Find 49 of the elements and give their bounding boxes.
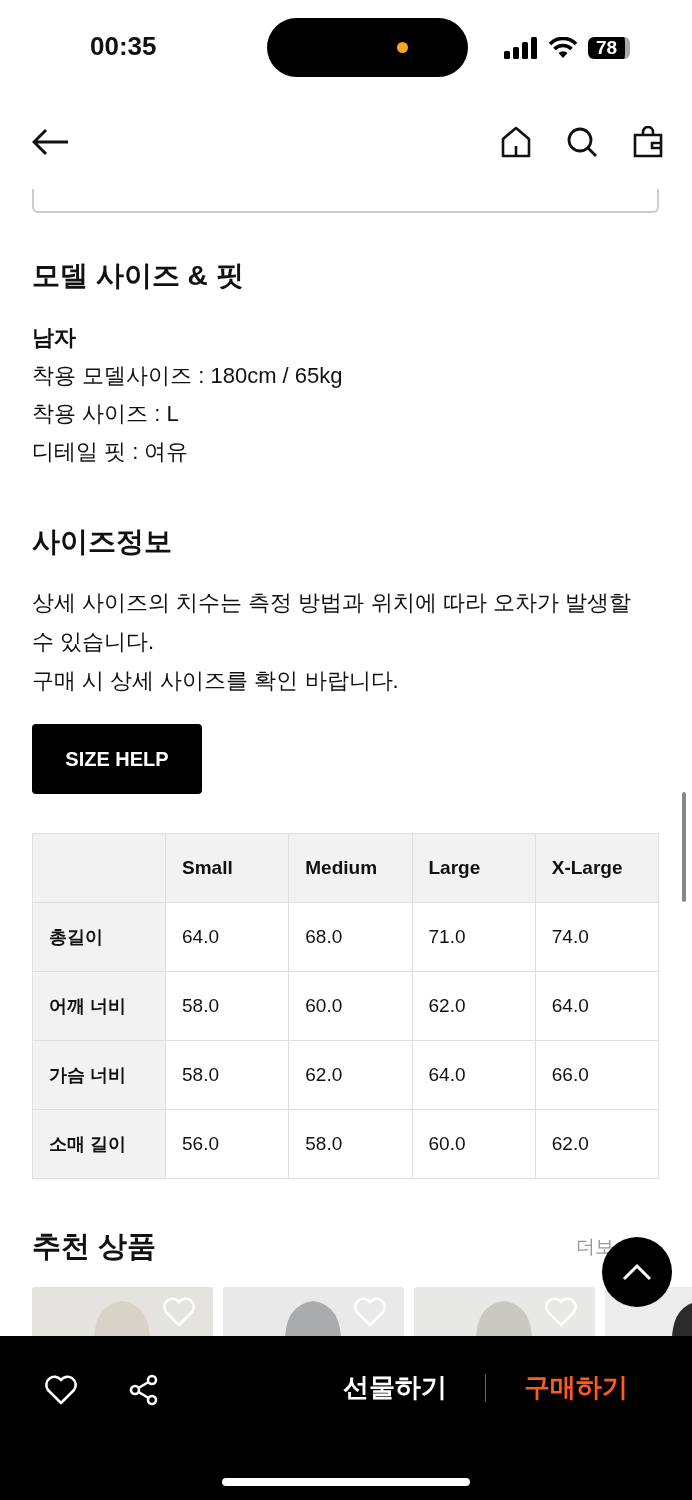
buy-button[interactable]: 구매하기 [524, 1370, 628, 1405]
section-title: 모델 사이즈 & 핏 [32, 259, 245, 293]
column-header: Medium [288, 833, 412, 903]
table-cell: 64.0 [412, 1040, 536, 1110]
column-header: X-Large [535, 833, 659, 903]
table-cell: 58.0 [165, 1040, 289, 1110]
table-cell: 62.0 [412, 971, 536, 1041]
size-help-button[interactable]: SIZE HELP [32, 724, 202, 794]
home-icon[interactable] [500, 126, 532, 158]
table-cell: 56.0 [165, 1109, 289, 1179]
table-cell: 62.0 [535, 1109, 659, 1179]
notice-text: 구매 시 상세 사이즈를 확인 바랍니다. [32, 667, 400, 695]
column-header: Small [165, 833, 289, 903]
model-info-text: 착용 모델사이즈 : 180cm / 65kg [32, 362, 344, 390]
table-cell: 62.0 [288, 1040, 412, 1110]
search-icon[interactable] [566, 126, 598, 158]
battery-indicator: 78 [588, 36, 630, 59]
table-cell: 71.0 [412, 902, 536, 972]
signal-icon [504, 36, 538, 59]
gift-button[interactable]: 선물하기 [343, 1370, 447, 1405]
model-info-text: 착용 사이즈 : L [32, 400, 180, 428]
row-header: 가슴 너비 [32, 1040, 166, 1110]
back-button[interactable] [32, 128, 70, 156]
shopping-bag-icon[interactable] [632, 126, 664, 158]
section-title: 추천 상품 [32, 1229, 157, 1264]
notice-text: 상세 사이즈의 치수는 측정 방법과 위치에 따라 오차가 발생할 수 있습니다. [32, 589, 632, 656]
table-cell: 60.0 [412, 1109, 536, 1179]
heart-icon[interactable] [44, 1375, 78, 1405]
model-gender: 남자 [32, 324, 77, 352]
back-arrow-icon [32, 128, 70, 156]
table-cell: 58.0 [165, 971, 289, 1041]
chevron-up-icon [622, 1263, 652, 1281]
row-header: 총길이 [32, 902, 166, 972]
table-cell: 58.0 [288, 1109, 412, 1179]
status-time: 00:35 [90, 31, 158, 62]
share-icon[interactable] [128, 1374, 160, 1406]
table-cell: 74.0 [535, 902, 659, 972]
wifi-icon [548, 36, 578, 59]
column-header: Large [412, 833, 536, 903]
table-cell: 66.0 [535, 1040, 659, 1110]
row-header: 소매 길이 [32, 1109, 166, 1179]
table-cell: 60.0 [288, 971, 412, 1041]
table-cell: 64.0 [535, 971, 659, 1041]
section-title: 사이즈정보 [32, 525, 173, 559]
table-cell: 64.0 [165, 902, 289, 972]
model-info-text: 디테일 핏 : 여유 [32, 438, 190, 466]
row-header: 어깨 너비 [32, 971, 166, 1041]
table-cell: 68.0 [288, 902, 412, 972]
indicator-dot [396, 42, 408, 53]
